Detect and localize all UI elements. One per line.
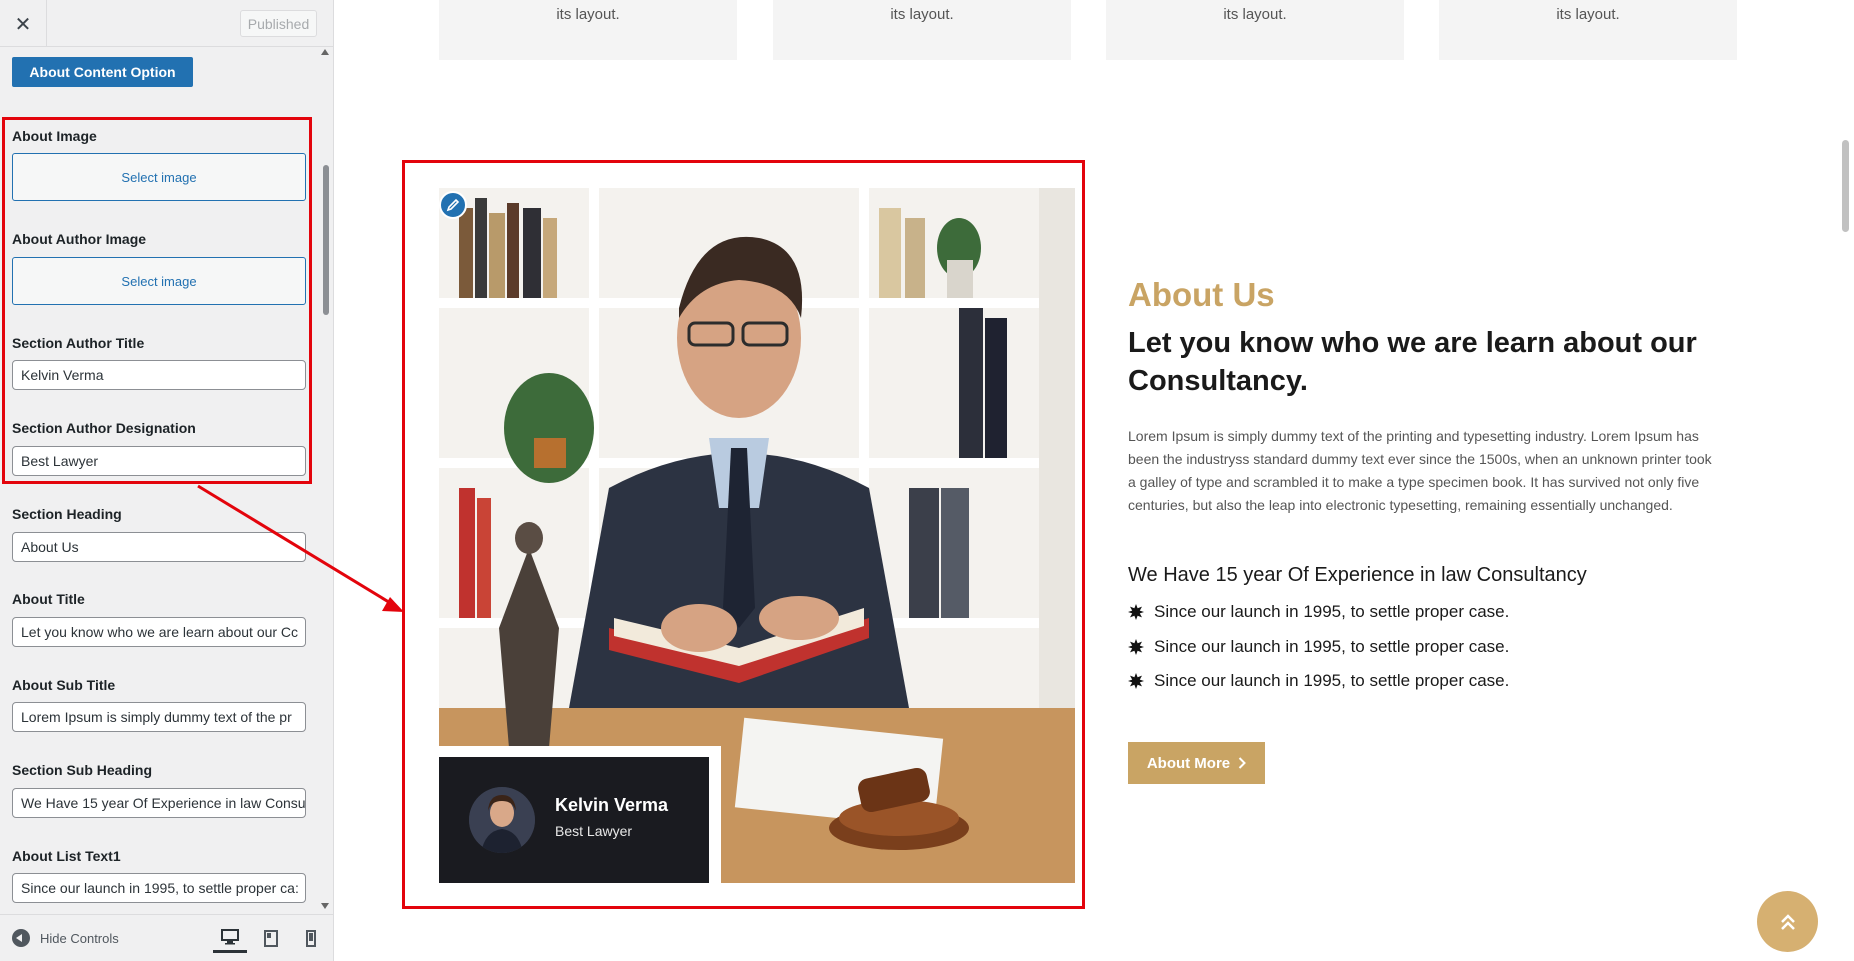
author-image-label: About Author Image [12, 231, 147, 247]
about-subtitle: Lorem Ipsum is simply dummy text of the … [1128, 428, 1712, 513]
scroll-up-arrow-icon[interactable] [321, 49, 329, 55]
author-title-input[interactable]: Kelvin Verma [12, 360, 306, 390]
service-card-text: its layout. [1556, 6, 1620, 23]
author-designation-input[interactable]: Best Lawyer [12, 446, 306, 476]
tablet-preview-button[interactable] [254, 923, 288, 953]
about-more-label: About More [1146, 754, 1231, 772]
service-card-text: its layout. [1223, 6, 1287, 23]
desktop-preview-button[interactable] [213, 923, 247, 953]
sidebar-scrollbar[interactable] [318, 47, 333, 914]
publish-button[interactable]: Published [240, 10, 317, 37]
section-subheading: We Have 15 year Of Experience in law Con… [1128, 564, 1587, 586]
section-subheading-input[interactable]: We Have 15 year Of Experience in law Con… [12, 788, 306, 818]
section-heading-input[interactable]: About Us [12, 532, 306, 562]
pencil-icon [446, 198, 460, 212]
about-more-button[interactable]: About More [1128, 742, 1265, 784]
sidebar-scroll-thumb[interactable] [323, 165, 329, 315]
author-role: Best Lawyer [555, 823, 633, 839]
service-card: its layout. [773, 0, 1071, 60]
tablet-icon [264, 929, 278, 947]
preview-scrollbar[interactable] [1838, 0, 1854, 961]
list-item: Since our launch in 1995, to settle prop… [1128, 671, 1509, 691]
service-card: its layout. [1106, 0, 1404, 60]
service-card: its layout. [439, 0, 737, 60]
section-heading-label: Section Heading [12, 506, 122, 522]
sidebar-header: ✕ Published [0, 0, 333, 47]
customizer-sidebar: ✕ Published About Content Option About I… [0, 0, 334, 961]
about-content-option-button[interactable]: About Content Option [12, 57, 193, 87]
double-chevron-up-icon [1780, 913, 1795, 930]
scroll-to-top-button[interactable] [1757, 891, 1818, 952]
list-item: Since our launch in 1995, to settle prop… [1128, 602, 1509, 622]
edit-shortcut-button[interactable] [439, 191, 467, 219]
author-title-label: Section Author Title [12, 335, 145, 351]
chevron-right-icon [1238, 757, 1247, 769]
about-title-input[interactable]: Let you know who we are learn about our … [12, 617, 306, 647]
service-card-text: its layout. [556, 6, 620, 23]
starburst-bullet-icon [1128, 604, 1144, 620]
about-subtitle-input[interactable]: Lorem Ipsum is simply dummy text of the … [12, 702, 306, 732]
list-item: Since our launch in 1995, to settle prop… [1128, 637, 1509, 657]
mobile-icon [306, 929, 316, 947]
list-text1-input[interactable]: Since our launch in 1995, to settle prop… [12, 873, 306, 903]
list-item-text: Since our launch in 1995, to settle prop… [1154, 637, 1510, 656]
section-heading: About Us [1128, 276, 1275, 313]
author-designation-label: Section Author Designation [12, 420, 196, 436]
close-icon[interactable]: ✕ [0, 0, 47, 47]
author-avatar [469, 787, 535, 853]
mobile-preview-button[interactable] [294, 923, 328, 953]
list-item-text: Since our launch in 1995, to settle prop… [1154, 602, 1510, 621]
hide-controls-label: Hide Controls [40, 930, 119, 946]
service-card-text: its layout. [890, 6, 954, 23]
list-text1-label: About List Text1 [12, 848, 121, 864]
author-portrait [469, 787, 535, 853]
about-image-select-button[interactable]: Select image [12, 153, 306, 201]
about-title-label: About Title [12, 591, 85, 607]
service-card: its layout. [1439, 0, 1737, 60]
starburst-bullet-icon [1128, 639, 1144, 655]
hide-controls-button[interactable]: Hide Controls [12, 929, 119, 947]
sidebar-footer: Hide Controls [0, 914, 333, 961]
author-image-select-button[interactable]: Select image [12, 257, 306, 305]
collapse-arrow-icon [12, 929, 30, 947]
author-name: Kelvin Verma [555, 795, 669, 815]
about-subtitle-label: About Sub Title [12, 677, 116, 693]
starburst-bullet-icon [1128, 673, 1144, 689]
scroll-down-arrow-icon[interactable] [321, 903, 329, 909]
controls-panel[interactable]: About Content Option About Image Select … [0, 47, 333, 914]
author-card: Kelvin Verma Best Lawyer [439, 757, 709, 883]
about-title: Let you know who we are learn about our … [1128, 327, 1697, 397]
about-image-label: About Image [12, 128, 97, 144]
section-subheading-label: Section Sub Heading [12, 762, 153, 778]
list-item-text: Since our launch in 1995, to settle prop… [1154, 671, 1510, 690]
desktop-icon [221, 928, 239, 944]
preview-scroll-thumb[interactable] [1842, 140, 1849, 232]
